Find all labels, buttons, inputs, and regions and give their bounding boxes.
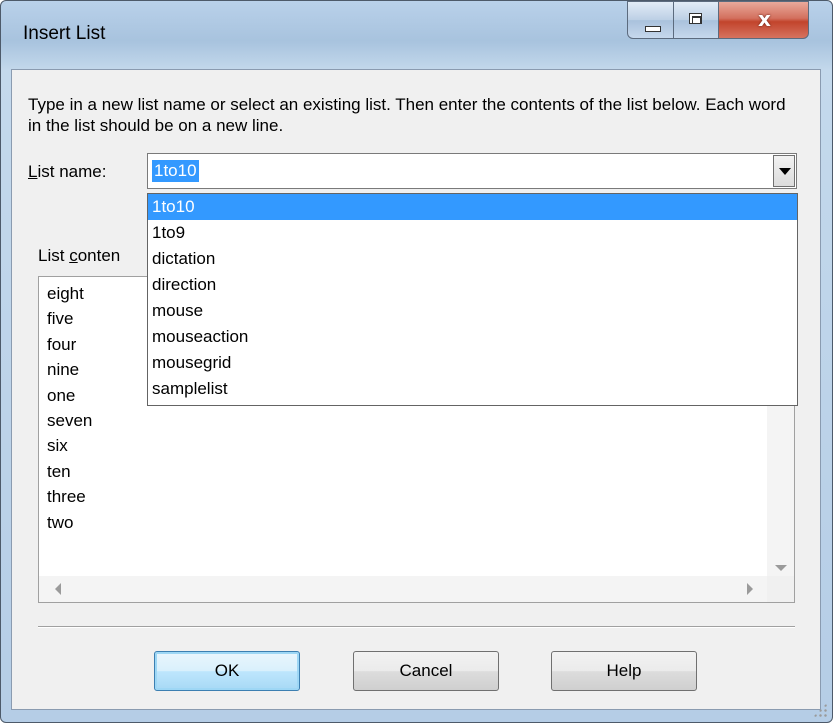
scroll-right-icon[interactable]: [747, 583, 753, 595]
list-content-line: one: [47, 385, 76, 405]
minimize-button[interactable]: [627, 1, 674, 39]
horizontal-scrollbar[interactable]: [39, 576, 767, 602]
scroll-down-icon[interactable]: [775, 565, 787, 571]
list-content-line: five: [47, 309, 74, 329]
ok-button[interactable]: OK: [154, 651, 300, 691]
list-name-label: List name:: [28, 162, 107, 181]
dropdown-option[interactable]: samplelist: [148, 376, 797, 402]
scrollbar-corner: [767, 576, 794, 602]
dropdown-option[interactable]: direction: [148, 272, 797, 298]
list-contents-label: List conten: [38, 246, 121, 265]
close-button[interactable]: x: [718, 1, 809, 39]
scroll-left-icon[interactable]: [55, 583, 61, 595]
help-button[interactable]: Help: [551, 651, 697, 691]
maximize-button[interactable]: [673, 1, 719, 39]
title-bar[interactable]: Insert List x: [1, 1, 832, 69]
list-content-line: eight: [47, 284, 84, 303]
maximize-icon: [689, 13, 702, 24]
dropdown-option[interactable]: 1to10: [148, 194, 797, 220]
list-content-line: ten: [47, 461, 71, 481]
dropdown-option[interactable]: 1to9: [148, 220, 797, 246]
list-content-line: seven: [47, 410, 93, 430]
dropdown-option[interactable]: mouse: [148, 298, 797, 324]
list-contents-lines: eight five four nine one seven six ten three two: [47, 281, 92, 535]
dropdown-option[interactable]: dictation: [148, 246, 797, 272]
list-content-line: six: [47, 436, 68, 456]
list-name-value[interactable]: 1to10: [152, 160, 199, 182]
list-content-line: two: [47, 512, 74, 532]
dropdown-option[interactable]: mousegrid: [148, 350, 797, 376]
cancel-button[interactable]: Cancel: [353, 651, 499, 691]
list-name-combobox[interactable]: 1to10: [147, 153, 797, 189]
window-title: Insert List: [23, 23, 106, 44]
dropdown-option[interactable]: mouseaction: [148, 324, 797, 350]
close-icon: x: [758, 7, 771, 31]
instructions-text: Type in a new list name or select an exi…: [28, 95, 786, 135]
list-content-line: nine: [47, 360, 80, 380]
list-content-line: three: [47, 487, 86, 507]
list-name-dropdown[interactable]: 1to10 1to9 dictation direction mouse mouseact…: [147, 193, 798, 406]
list-content-line: four: [47, 334, 77, 354]
minimize-icon: [645, 26, 661, 32]
dropdown-arrow-icon[interactable]: [773, 155, 795, 187]
separator: [38, 626, 795, 628]
